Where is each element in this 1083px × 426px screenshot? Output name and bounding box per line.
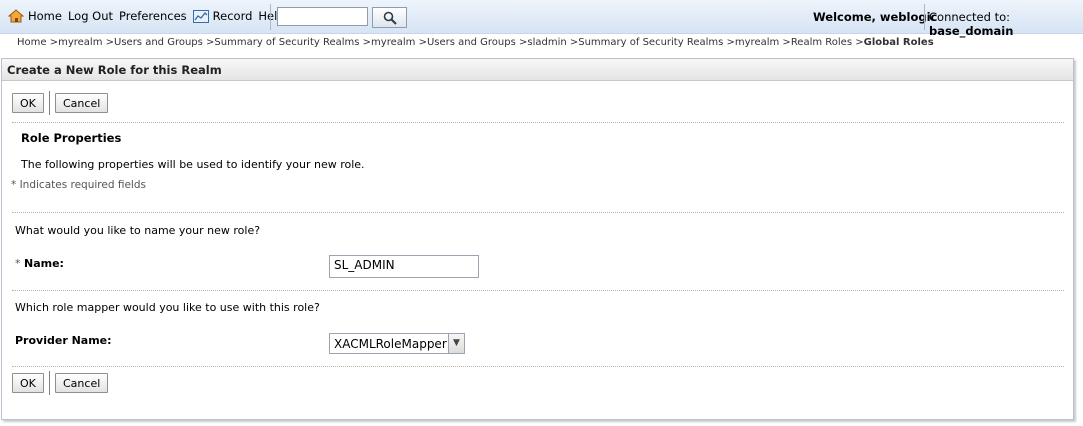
create-role-panel: Create a New Role for this Realm OK Canc… [1,58,1074,420]
nav-record-link[interactable]: Record [213,9,253,23]
global-nav: Home Log Out Preferences Record Help [7,9,291,23]
breadcrumb-link[interactable]: sladmin > [527,37,578,48]
button-divider [49,371,50,395]
nav-logout-link[interactable]: Log Out [68,9,113,23]
connection-info: Connected to: base_domain [929,10,1083,38]
record-icon[interactable] [192,9,209,23]
breadcrumb-link[interactable]: Summary of Security Realms > [214,37,371,48]
ok-button[interactable]: OK [12,93,44,113]
section-description: The following properties will be used to… [21,158,365,171]
breadcrumb-link[interactable]: Users and Groups > [427,37,527,48]
panel-title: Create a New Role for this Realm [2,59,1073,81]
name-label: Name: [24,257,64,270]
button-divider [49,91,50,115]
name-field[interactable]: SL_ADMIN [329,255,479,278]
divider [12,366,1064,367]
section-title: Role Properties [21,131,122,145]
provider-select[interactable]: XACMLRoleMapper ▼ [329,333,465,354]
name-label-group: * Name: [15,257,64,270]
search-button[interactable] [372,7,407,28]
breadcrumb-link[interactable]: myrealm > [371,37,427,48]
toolbar-divider [924,4,925,30]
search-icon [373,11,406,25]
required-marker: * [15,257,21,270]
home-icon[interactable] [7,9,25,23]
breadcrumb-link[interactable]: Users and Groups > [114,37,214,48]
provider-label: Provider Name: [15,334,112,347]
ok-button[interactable]: OK [12,373,44,393]
required-note: * Indicates required fields [11,179,146,191]
provider-selected-value: XACMLRoleMapper [334,337,447,351]
domain-name: base_domain [929,24,1014,38]
mapper-question: Which role mapper would you like to use … [15,301,320,314]
breadcrumb-link[interactable]: Realm Roles > [791,37,864,48]
breadcrumb-link[interactable]: Summary of Security Realms > [578,37,735,48]
top-toolbar: Home Log Out Preferences Record Help Wel… [0,0,1083,38]
divider [12,290,1064,291]
cancel-button[interactable]: Cancel [55,373,109,393]
breadcrumb: Home >myrealm >Users and Groups >Summary… [17,37,934,48]
divider [12,122,1064,123]
breadcrumb-link[interactable]: myrealm > [735,37,791,48]
breadcrumb-link[interactable]: Home > [17,37,58,48]
cancel-button[interactable]: Cancel [55,93,109,113]
search-input[interactable] [277,7,368,26]
breadcrumb-current: Global Roles [863,37,934,48]
toolbar-divider [270,4,271,30]
divider [12,212,1064,213]
welcome-text: Welcome, weblogic [813,10,938,24]
breadcrumb-link[interactable]: myrealm > [58,37,114,48]
chevron-down-icon[interactable]: ▼ [448,334,464,353]
nav-preferences-link[interactable]: Preferences [119,9,187,23]
nav-home-link[interactable]: Home [28,9,62,23]
connected-label: Connected to: [929,10,1010,24]
name-question: What would you like to name your new rol… [15,224,261,237]
